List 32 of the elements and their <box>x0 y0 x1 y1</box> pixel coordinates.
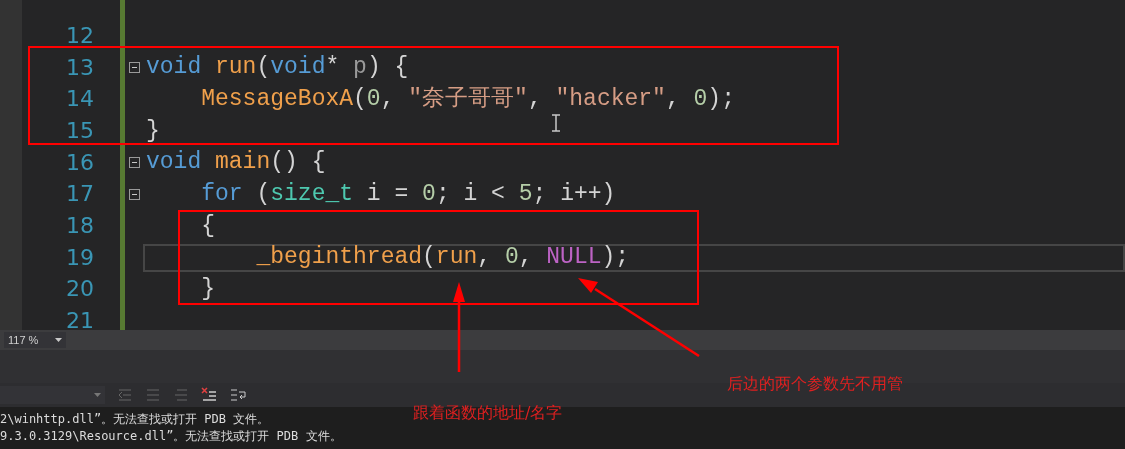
code-line: } <box>200 275 215 305</box>
clear-all-icon[interactable] <box>201 387 217 403</box>
caret-icon <box>94 393 101 397</box>
line-number: 13 <box>65 54 94 81</box>
word-wrap-icon[interactable] <box>229 387 247 403</box>
annotation-text: 跟着函数的地址/名字 <box>413 402 563 424</box>
indent-left-icon[interactable] <box>117 388 133 402</box>
code-line: void run(void* p) { <box>146 53 409 83</box>
code-line: MessageBoxA(0, "奈子哥哥", "hacker", 0); <box>200 84 735 114</box>
collapse-icon[interactable] <box>128 188 140 200</box>
code-line: void main() { <box>146 148 326 178</box>
line-number: 12 <box>65 22 94 49</box>
line-number: 21 <box>65 308 94 330</box>
line-number: 17 <box>65 181 94 208</box>
output-line: 9.3.0.3129\Resource.dll”。无法查找或打开 PDB 文件。 <box>0 428 342 445</box>
code-line: { <box>200 211 215 241</box>
zoom-dropdown[interactable]: 117 % <box>4 332 66 348</box>
line-number: 15 <box>65 117 94 144</box>
caret-icon <box>55 338 62 342</box>
line-number: 19 <box>65 244 94 271</box>
code-line: for (size_t i = 0; i < 5; i++) <box>200 180 616 210</box>
line-number: 18 <box>65 212 94 239</box>
text-cursor-icon <box>551 114 561 132</box>
annotation-text: 后边的两个参数先不用管 <box>727 373 903 395</box>
line-number: 16 <box>65 149 94 176</box>
code-line: _beginthread(run, 0, NULL); <box>255 243 630 273</box>
output-line: 2\winhttp.dll”。无法查找或打开 PDB 文件。 <box>0 411 270 428</box>
line-number: 14 <box>65 86 94 113</box>
collapse-icon[interactable] <box>128 62 140 74</box>
collapse-icon[interactable] <box>128 157 140 169</box>
code-line: } <box>146 116 160 146</box>
line-number: 20 <box>65 276 94 303</box>
